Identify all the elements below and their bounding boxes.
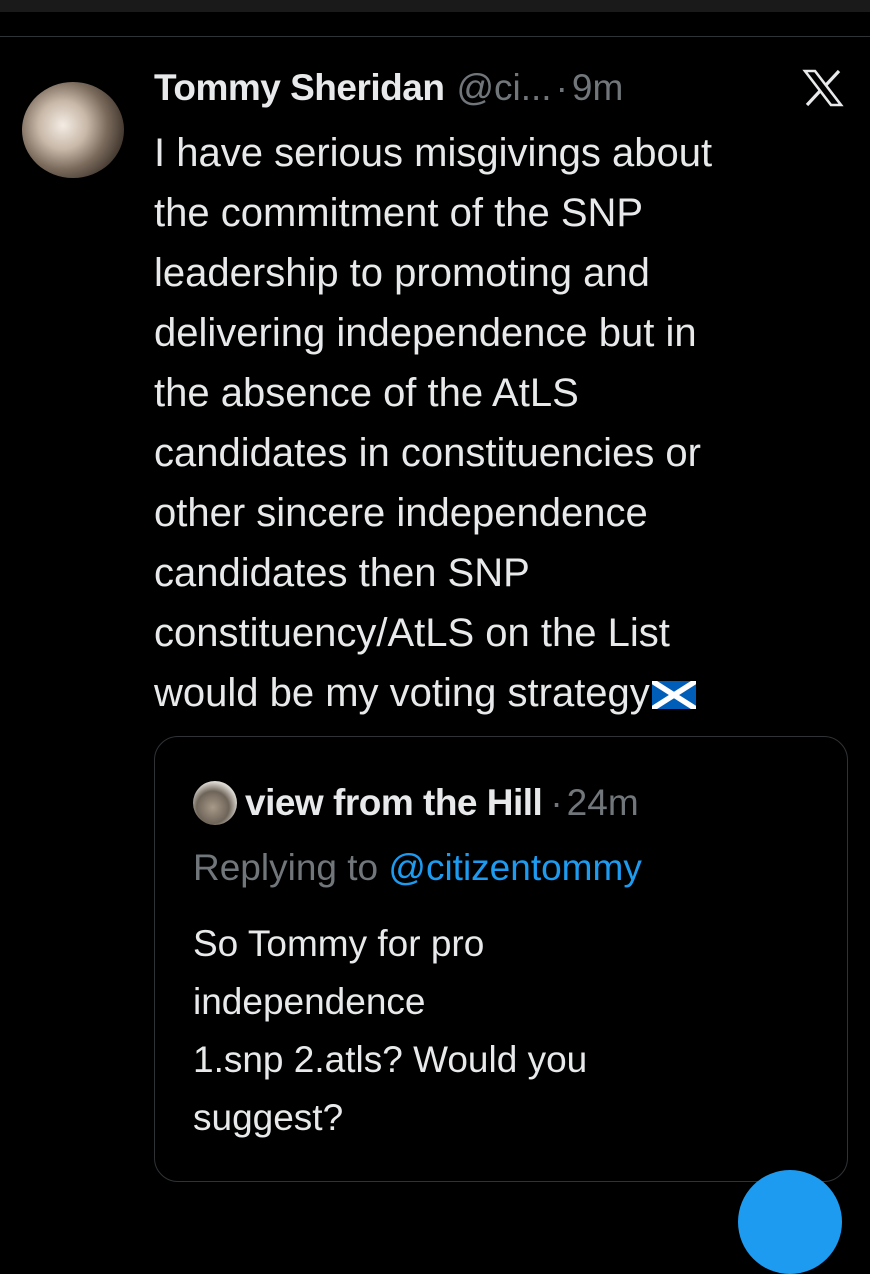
author-handle[interactable]: @ci... <box>456 67 551 109</box>
author-avatar[interactable] <box>22 82 124 178</box>
quoted-tweet-header: view from the Hill · 24m <box>193 781 639 825</box>
scotland-flag-icon <box>651 681 696 709</box>
x-logo-icon <box>802 69 844 107</box>
time-separator: · <box>555 67 568 108</box>
quoted-tweet-card[interactable]: view from the Hill · 24m Replying to @ci… <box>154 736 848 1182</box>
compose-fab-button[interactable] <box>738 1170 842 1274</box>
tweet-header: Tommy Sheridan @ci... · 9m <box>154 66 623 110</box>
header-divider <box>0 36 870 37</box>
tweet-body: I have serious misgivings about the comm… <box>154 123 859 723</box>
quoted-tweet-text: So Tommy for pro independence 1.snp 2.at… <box>193 923 588 1138</box>
author-name[interactable]: Tommy Sheridan <box>154 67 445 109</box>
replying-to-label: Replying to <box>193 847 389 888</box>
tweet-timestamp[interactable]: 9m <box>572 67 623 109</box>
status-bar <box>0 0 870 12</box>
quoted-time-separator: · <box>550 782 563 823</box>
replying-to-line: Replying to @citizentommy <box>193 847 642 889</box>
quoted-author-avatar <box>193 781 237 825</box>
tweet-text: I have serious misgivings about the comm… <box>154 131 713 715</box>
quoted-tweet-timestamp: 24m <box>566 782 639 823</box>
quoted-author-name: view from the Hill <box>245 782 543 823</box>
replying-to-mention[interactable]: @citizentommy <box>388 847 641 888</box>
